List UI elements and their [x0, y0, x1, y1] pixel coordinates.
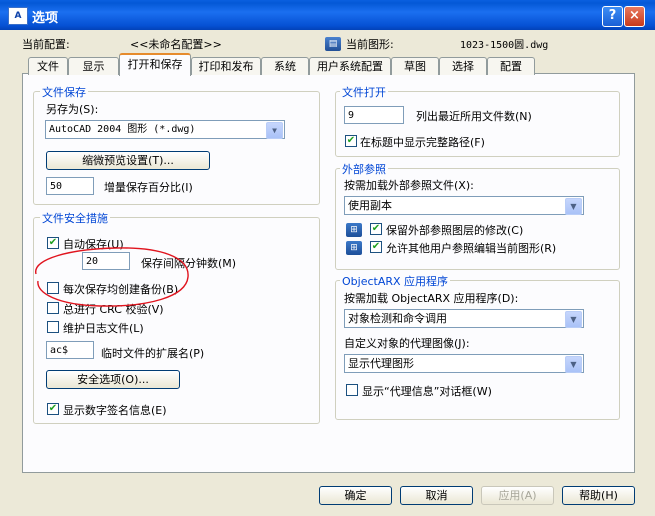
help-button[interactable]: 帮助(H): [562, 486, 635, 505]
current-drawing-label: 当前图形:: [346, 38, 394, 51]
tab-files[interactable]: 文件: [28, 57, 68, 75]
file-safety-group-title: 文件安全措施: [40, 210, 110, 226]
digital-signature-label: 显示数字签名信息(E): [63, 404, 167, 417]
objectarx-group-title: ObjectARX 应用程序: [340, 273, 451, 289]
tab-system[interactable]: 系统: [261, 57, 309, 75]
temp-extension-label: 临时文件的扩展名(P): [101, 347, 205, 360]
thumbnail-settings-button[interactable]: 缩微预览设置(T)...: [46, 151, 210, 170]
ok-button[interactable]: 确定: [319, 486, 392, 505]
save-as-value: AutoCAD 2004 图形 (*.dwg): [49, 124, 196, 135]
save-as-select[interactable]: AutoCAD 2004 图形 (*.dwg) ▼: [45, 120, 285, 139]
current-drawing-value: 1023-1500圆.dwg: [460, 40, 549, 51]
tab-user-preferences[interactable]: 用户系统配置: [309, 57, 391, 75]
tab-selection[interactable]: 选择: [439, 57, 487, 75]
security-options-button[interactable]: 安全选项(O)...: [46, 370, 180, 389]
tab-drafting[interactable]: 草图: [391, 57, 439, 75]
recent-files-label: 列出最近所用文件数(N): [416, 110, 532, 123]
arx-demand-load-value: 对象检测和命令调用: [348, 312, 447, 325]
allow-refedit-label: 允许其他用户参照编辑当前图形(R): [386, 242, 557, 255]
save-as-label: 另存为(S):: [46, 103, 99, 116]
chevron-down-icon[interactable]: ▼: [565, 198, 582, 215]
proxy-info-checkbox[interactable]: [346, 384, 358, 396]
tab-open-and-save[interactable]: 打开和保存: [119, 53, 191, 76]
proxy-info-label: 显示“代理信息”对话框(W): [362, 385, 492, 398]
chevron-down-icon[interactable]: ▼: [266, 122, 283, 139]
xref-demand-load-select[interactable]: 使用副本 ▼: [344, 196, 584, 215]
xref-demand-load-label: 按需加载外部参照文件(X):: [344, 179, 474, 192]
window-title: 选项: [32, 11, 59, 26]
allow-refedit-checkbox[interactable]: ✔: [370, 241, 382, 253]
retain-xref-changes-checkbox[interactable]: ✔: [370, 223, 382, 235]
apply-button[interactable]: 应用(A): [481, 486, 554, 505]
tab-plot-and-publish[interactable]: 打印和发布: [191, 57, 261, 75]
red-highlight-annotation: [35, 247, 189, 307]
proxy-image-select[interactable]: 显示代理图形 ▼: [344, 354, 584, 373]
chevron-down-icon[interactable]: ▼: [565, 356, 582, 373]
log-file-checkbox[interactable]: [47, 321, 59, 333]
incremental-save-input[interactable]: 50: [46, 177, 94, 195]
help-title-button[interactable]: ?: [602, 6, 623, 27]
chevron-down-icon[interactable]: ▼: [565, 311, 582, 328]
temp-extension-input[interactable]: ac$: [46, 341, 94, 359]
recent-files-input[interactable]: 9: [344, 106, 404, 124]
xref-edit-icon: ⊞: [346, 241, 362, 255]
arx-demand-load-label: 按需加载 ObjectARX 应用程序(D):: [344, 292, 519, 305]
drawing-file-icon: ▤: [325, 37, 341, 51]
cancel-button[interactable]: 取消: [400, 486, 473, 505]
xref-demand-load-value: 使用副本: [348, 199, 392, 212]
current-profile-label: 当前配置:: [22, 38, 70, 51]
tab-display[interactable]: 显示: [68, 57, 119, 75]
current-profile-value: <<未命名配置>>: [130, 38, 222, 51]
file-save-group-title: 文件保存: [40, 84, 88, 100]
full-path-checkbox[interactable]: ✔: [345, 135, 357, 147]
proxy-image-value: 显示代理图形: [348, 357, 414, 370]
log-file-label: 维护日志文件(L): [63, 322, 144, 335]
close-button[interactable]: ×: [624, 6, 645, 27]
retain-xref-changes-label: 保留外部参照图层的修改(C): [386, 224, 524, 237]
digital-signature-checkbox[interactable]: ✔: [47, 403, 59, 415]
full-path-label: 在标题中显示完整路径(F): [360, 136, 485, 149]
title-bar[interactable]: [0, 0, 655, 30]
incremental-save-label: 增量保存百分比(I): [104, 181, 193, 194]
arx-demand-load-select[interactable]: 对象检测和命令调用 ▼: [344, 309, 584, 328]
xref-layer-icon: ⊞: [346, 223, 362, 237]
proxy-image-label: 自定义对象的代理图像(J):: [344, 337, 470, 350]
file-open-group-title: 文件打开: [340, 84, 388, 100]
tab-profiles[interactable]: 配置: [487, 57, 535, 75]
autocad-app-icon: A: [8, 7, 28, 25]
xref-group-title: 外部参照: [340, 161, 388, 177]
